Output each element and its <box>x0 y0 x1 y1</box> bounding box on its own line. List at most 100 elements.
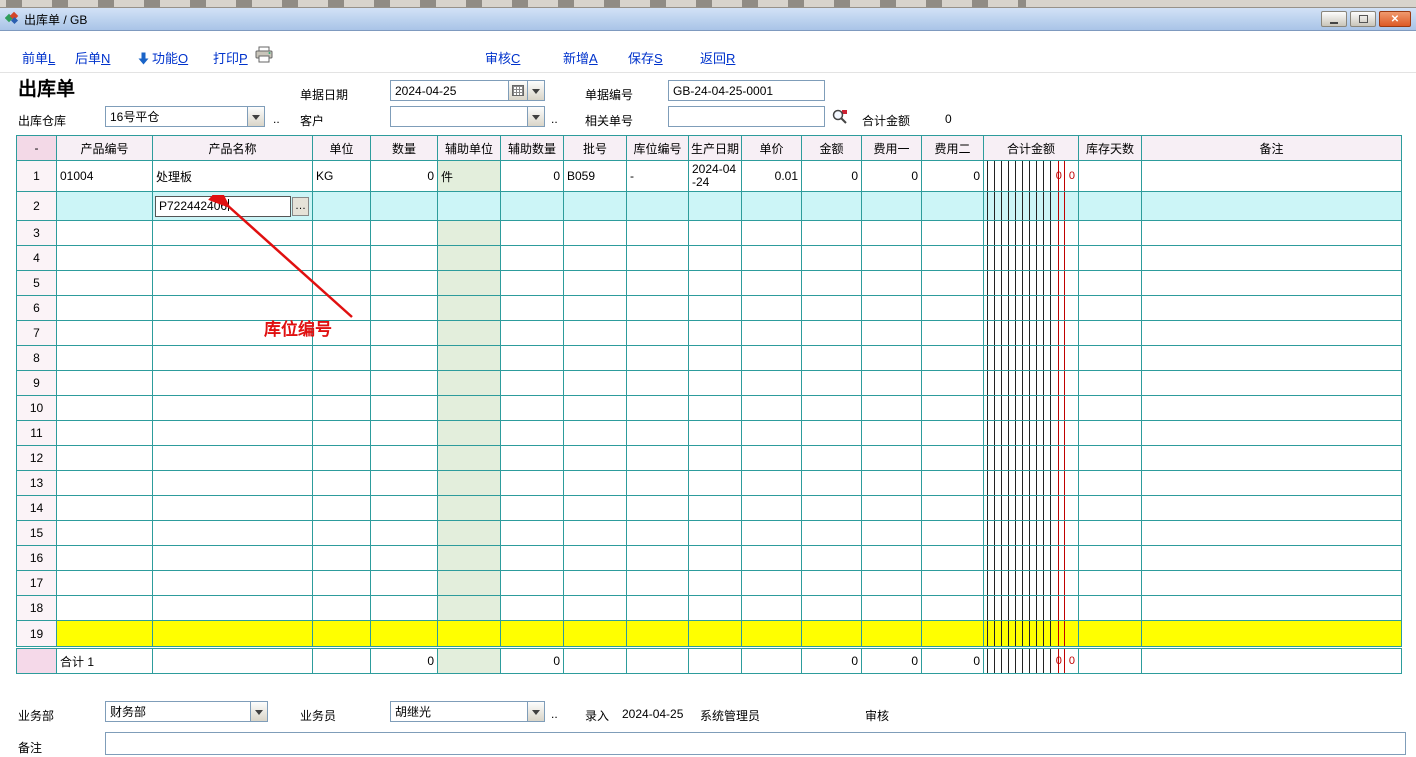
cell-fee1[interactable] <box>862 246 922 271</box>
toolbar-button-p[interactable]: 打印P <box>213 48 248 66</box>
row-number[interactable]: 12 <box>17 446 57 471</box>
cell-code[interactable] <box>57 371 153 396</box>
column-header[interactable]: 产品名称 <box>153 136 313 161</box>
cell-aux_qty[interactable] <box>501 346 564 371</box>
cell-location[interactable] <box>627 246 689 271</box>
cell-fee1[interactable] <box>862 521 922 546</box>
cell-price[interactable] <box>742 296 802 321</box>
search-icon[interactable] <box>831 107 849 128</box>
cell-total[interactable] <box>984 192 1079 221</box>
cell-prod_date[interactable] <box>689 546 742 571</box>
cell-aux_qty[interactable] <box>501 371 564 396</box>
cell-total[interactable] <box>984 371 1079 396</box>
cell-prod_date[interactable] <box>689 246 742 271</box>
row-number[interactable]: 11 <box>17 421 57 446</box>
cell-location[interactable] <box>627 221 689 246</box>
cell-amount[interactable] <box>802 496 862 521</box>
cell-name[interactable] <box>153 371 313 396</box>
cell-code[interactable] <box>57 621 153 647</box>
cell-price[interactable] <box>742 596 802 621</box>
cell-price[interactable] <box>742 396 802 421</box>
row-number[interactable]: 10 <box>17 396 57 421</box>
warehouse-dots[interactable]: .. <box>273 112 280 126</box>
row-number[interactable]: 6 <box>17 296 57 321</box>
cell-days[interactable] <box>1079 571 1142 596</box>
cell-prod_date[interactable] <box>689 421 742 446</box>
cell-amount[interactable] <box>802 421 862 446</box>
cell-aux_unit[interactable] <box>438 296 501 321</box>
location-code-input[interactable]: P722442406 <box>155 196 291 217</box>
cell-days[interactable] <box>1079 621 1142 647</box>
cell-fee2[interactable] <box>922 321 984 346</box>
cell-price[interactable] <box>742 271 802 296</box>
cell-qty[interactable] <box>371 596 438 621</box>
cell-aux_unit[interactable] <box>438 421 501 446</box>
column-header[interactable]: 数量 <box>371 136 438 161</box>
cell-aux_qty[interactable] <box>501 421 564 446</box>
cell-note[interactable] <box>1142 521 1402 546</box>
cell-fee1[interactable] <box>862 296 922 321</box>
cell-aux_unit[interactable] <box>438 471 501 496</box>
cell-total[interactable] <box>984 396 1079 421</box>
cell-prod_date[interactable] <box>689 371 742 396</box>
cell-note[interactable] <box>1142 192 1402 221</box>
cell-aux_unit[interactable] <box>438 496 501 521</box>
cell-name[interactable] <box>153 271 313 296</box>
cell-batch[interactable] <box>564 271 627 296</box>
cell-code[interactable] <box>57 246 153 271</box>
cell-fee1[interactable] <box>862 596 922 621</box>
cell-aux_unit[interactable] <box>438 621 501 647</box>
cell-code[interactable] <box>57 421 153 446</box>
cell-location[interactable] <box>627 596 689 621</box>
minimize-button[interactable] <box>1321 11 1347 27</box>
cell-location[interactable] <box>627 571 689 596</box>
cell-days[interactable] <box>1079 371 1142 396</box>
cell-total[interactable]: 0 0 <box>984 161 1079 192</box>
cell-fee1[interactable] <box>862 371 922 396</box>
cell-total[interactable] <box>984 346 1079 371</box>
cell-aux_qty[interactable] <box>501 321 564 346</box>
cell-fee1[interactable] <box>862 621 922 647</box>
cell-qty[interactable] <box>371 321 438 346</box>
cell-fee2[interactable] <box>922 471 984 496</box>
cell-amount[interactable] <box>802 246 862 271</box>
cell-code[interactable] <box>57 321 153 346</box>
doc-date-picker[interactable]: 2024-04-25 <box>390 80 545 101</box>
cell-code[interactable] <box>57 446 153 471</box>
cell-batch[interactable] <box>564 192 627 221</box>
related-no-input[interactable] <box>668 106 825 127</box>
cell-aux_unit[interactable] <box>438 446 501 471</box>
cell-qty[interactable] <box>371 371 438 396</box>
column-header[interactable]: 单价 <box>742 136 802 161</box>
cell-prod_date[interactable] <box>689 471 742 496</box>
cell-batch[interactable] <box>564 421 627 446</box>
cell-total[interactable] <box>984 296 1079 321</box>
cell-code[interactable] <box>57 192 153 221</box>
cell-fee2[interactable] <box>922 296 984 321</box>
cell-fee2[interactable] <box>922 496 984 521</box>
cell-note[interactable] <box>1142 571 1402 596</box>
cell-code[interactable] <box>57 221 153 246</box>
cell-aux_qty[interactable] <box>501 546 564 571</box>
cell-code[interactable] <box>57 496 153 521</box>
cell-note[interactable] <box>1142 271 1402 296</box>
cell-location[interactable] <box>627 446 689 471</box>
cell-amount[interactable] <box>802 446 862 471</box>
cell-prod_date[interactable] <box>689 496 742 521</box>
note-input[interactable] <box>105 732 1406 755</box>
cell-qty[interactable] <box>371 621 438 647</box>
cell-location[interactable] <box>627 296 689 321</box>
cell-unit[interactable] <box>313 596 371 621</box>
column-header[interactable]: - <box>17 136 57 161</box>
cell-name[interactable] <box>153 421 313 446</box>
cell-name[interactable] <box>153 346 313 371</box>
cell-aux_qty[interactable] <box>501 271 564 296</box>
cell-price[interactable] <box>742 571 802 596</box>
cell-days[interactable] <box>1079 296 1142 321</box>
cell-name[interactable] <box>153 521 313 546</box>
cell-aux_qty[interactable] <box>501 192 564 221</box>
cell-prod_date[interactable] <box>689 346 742 371</box>
cell-location[interactable] <box>627 192 689 221</box>
chevron-down-icon[interactable] <box>527 702 544 721</box>
toolbar-button-a[interactable]: 新增A <box>563 48 598 66</box>
